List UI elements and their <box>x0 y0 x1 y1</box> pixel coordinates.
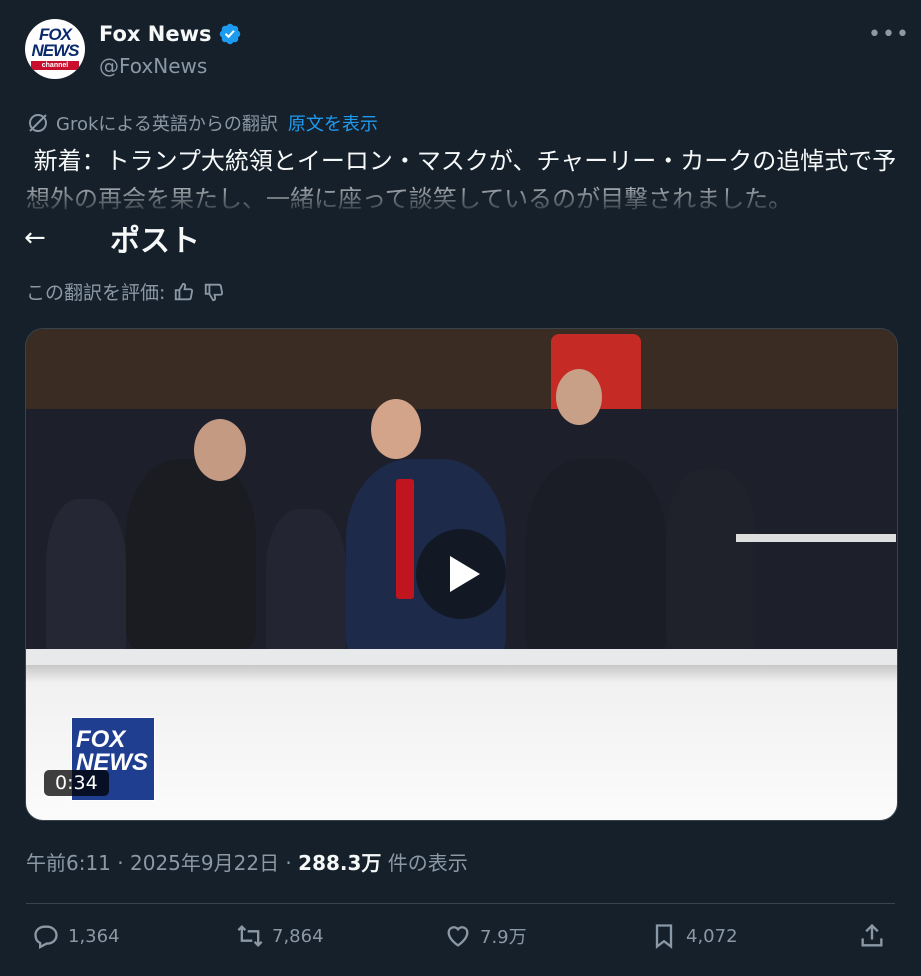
like-count: 7.9万 <box>480 927 527 948</box>
view-count-suffix: 件の表示 <box>387 851 468 875</box>
video-player[interactable]: FOX NEWS 0:34 <box>25 328 898 821</box>
rate-translation-label: この翻訳を評価: <box>26 282 166 304</box>
avatar[interactable]: FOX NEWS channel <box>25 19 85 79</box>
tweet-meta: 午前6:11 · 2025年9月22日 · 288.3万 件の表示 <box>26 851 468 875</box>
view-count: 288.3万 <box>298 851 382 875</box>
rate-translation-row: この翻訳を評価: <box>26 278 225 305</box>
video-scene-railing <box>26 649 897 665</box>
play-icon <box>450 556 480 592</box>
bookmark-icon <box>655 924 673 949</box>
more-options-icon[interactable]: ••• <box>868 22 910 47</box>
account-handle[interactable]: @FoxNews <box>99 54 207 78</box>
verified-badge-icon <box>219 23 240 45</box>
heart-icon <box>447 926 469 947</box>
video-scene-ceiling <box>26 329 897 409</box>
share-button[interactable] <box>858 922 886 950</box>
account-name-row[interactable]: Fox News <box>99 22 242 46</box>
reply-icon <box>34 925 58 950</box>
action-bar: 1,364 7,864 7.9万 4,072 <box>26 922 895 962</box>
post-header: ← ポスト <box>24 218 200 259</box>
translation-label: Grokによる英語からの翻訳 <box>56 114 278 135</box>
reply-count: 1,364 <box>68 925 120 947</box>
bookmark-count: 4,072 <box>686 925 738 947</box>
tweet-date[interactable]: 2025年9月22日 <box>130 851 279 875</box>
thumbs-up-icon[interactable] <box>173 281 195 303</box>
reply-button[interactable]: 1,364 <box>32 922 120 950</box>
page-title: ポスト <box>110 224 200 259</box>
grok-icon <box>29 114 47 132</box>
avatar-logo-text: FOX NEWS <box>31 25 80 60</box>
repost-icon <box>237 925 263 947</box>
back-arrow-icon[interactable]: ← <box>24 223 56 253</box>
fox-news-watermark-text: FOX NEWS <box>76 726 148 776</box>
translation-row: Grokによる英語からの翻訳 原文を表示 <box>26 110 378 136</box>
show-original-link[interactable]: 原文を表示 <box>288 110 378 136</box>
tweet-time[interactable]: 午前6:11 <box>26 851 111 875</box>
avatar-logo-sub: channel <box>31 61 79 70</box>
repost-count: 7,864 <box>272 925 324 947</box>
thumbs-down-icon[interactable] <box>203 281 225 303</box>
repost-button[interactable]: 7,864 <box>236 922 324 950</box>
video-scene-railing-2 <box>736 534 896 542</box>
divider <box>26 903 895 904</box>
like-button[interactable]: 7.9万 <box>444 922 527 950</box>
play-button[interactable] <box>416 529 506 619</box>
account-name[interactable]: Fox News <box>99 22 212 46</box>
share-icon <box>861 923 883 947</box>
bookmark-button[interactable]: 4,072 <box>650 922 738 950</box>
video-duration: 0:34 <box>44 770 109 796</box>
